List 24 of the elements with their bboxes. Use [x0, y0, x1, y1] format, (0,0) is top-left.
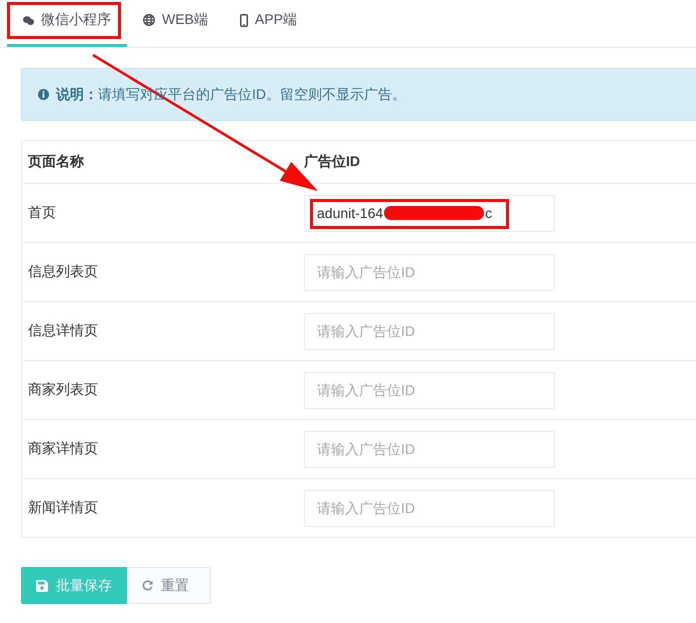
save-icon [36, 580, 48, 592]
column-header: 页面名称 [28, 153, 84, 169]
globe-icon [143, 14, 155, 26]
input-field[interactable]: 请输入广告位ID [304, 254, 555, 290]
table-cell: 信息列表页 [28, 263, 98, 279]
input-field[interactable]: 请输入广告位ID [304, 490, 555, 526]
refresh-icon [142, 580, 153, 591]
input-field[interactable]: 请输入广告位ID [304, 312, 555, 350]
table-cell: 信息详情页 [28, 322, 98, 338]
tab[interactable]: WEB端 [127, 0, 224, 47]
input-field[interactable]: 请输入广告位ID [304, 430, 555, 468]
table-cell: 商家列表页 [28, 381, 98, 397]
table-cell: 新闻详情页 [28, 499, 98, 515]
tab[interactable]: 微信小程序 [7, 0, 127, 47]
tab[interactable]: APP端 [224, 0, 313, 47]
column-header: 广告位ID [304, 153, 360, 169]
mobile-phone-icon [240, 14, 248, 26]
input-field[interactable]: adunit-164 c [304, 194, 555, 232]
chat-bubbles-icon [23, 16, 34, 24]
table-cell: 商家详情页 [28, 440, 98, 456]
reset-button[interactable]: 重置 [127, 567, 211, 604]
info-icon [38, 89, 49, 100]
input-field[interactable]: 请输入广告位ID [304, 372, 555, 408]
table-cell: 首页 [28, 204, 56, 220]
